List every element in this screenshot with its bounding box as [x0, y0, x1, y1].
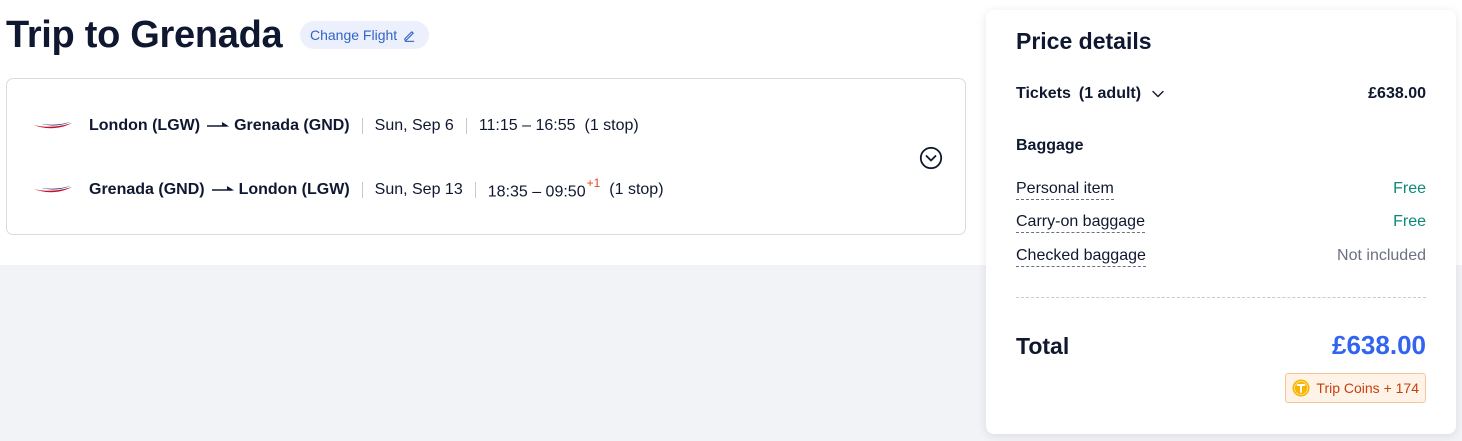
total-label: Total — [1016, 333, 1070, 359]
baggage-row: Carry-on baggage Free — [1016, 211, 1426, 233]
arrow-right-icon — [211, 186, 234, 191]
outbound-origin: London (LGW) — [89, 117, 201, 134]
arrow-right-icon — [207, 122, 230, 127]
divider — [474, 182, 476, 198]
chevron-down-circle-icon[interactable] — [919, 146, 943, 170]
baggage-carry-on-value: Free — [1393, 213, 1426, 230]
return-times: 18:35 – 09:50+1 — [487, 175, 601, 201]
baggage-personal-item-value: Free — [1393, 180, 1426, 197]
flight-summary-card: London (LGW) Grenada (GND) Sun, Sep 6 11… — [6, 78, 966, 235]
change-flight-label: Change Flight — [310, 27, 398, 43]
trip-coin-icon — [1292, 379, 1310, 397]
outbound-leg: London (LGW) Grenada (GND) Sun, Sep 6 11… — [33, 114, 639, 138]
tickets-row: Tickets (1 adult) £638.00 — [1016, 84, 1426, 104]
outbound-route: London (LGW) Grenada (GND) — [89, 117, 350, 135]
return-leg: Grenada (GND) London (LGW) Sun, Sep 13 1… — [33, 175, 664, 202]
divider — [361, 182, 363, 198]
divider — [361, 118, 363, 134]
outbound-date: Sun, Sep 6 — [374, 117, 454, 134]
price-details-title: Price details — [1016, 28, 1152, 54]
trip-coins-badge: Trip Coins + 174 — [1285, 373, 1426, 403]
outbound-times: 11:15 – 16:55 — [479, 117, 576, 135]
price-details-panel: Price details Tickets (1 adult) £638.00 … — [986, 10, 1456, 434]
outbound-destination: Grenada (GND) — [234, 117, 350, 134]
page-title: Trip to Grenada — [6, 14, 283, 56]
divider — [465, 118, 467, 134]
return-date: Sun, Sep 13 — [374, 181, 463, 198]
return-destination: London (LGW) — [238, 181, 350, 198]
change-flight-button[interactable]: Change Flight — [300, 21, 430, 49]
tickets-price: £638.00 — [1368, 85, 1426, 102]
baggage-checked-value: Not included — [1337, 247, 1426, 264]
chevron-down-icon — [1152, 90, 1164, 98]
baggage-checked-label[interactable]: Checked baggage — [1016, 246, 1146, 267]
total-price: £638.00 — [1332, 330, 1426, 360]
outbound-stops: (1 stop) — [584, 117, 639, 134]
baggage-row: Checked baggage Not included — [1016, 245, 1426, 267]
airline-logo-icon — [34, 185, 72, 193]
baggage-carry-on-label[interactable]: Carry-on baggage — [1016, 212, 1145, 233]
next-day-indicator: +1 — [586, 175, 601, 190]
return-origin: Grenada (GND) — [89, 181, 205, 198]
baggage-row: Personal item Free — [1016, 178, 1426, 200]
baggage-heading: Baggage — [1016, 137, 1084, 154]
tickets-label: Tickets — [1016, 85, 1071, 102]
return-time-range: 18:35 – 09:50 — [487, 183, 586, 201]
trip-coins-label: Trip Coins + 174 — [1316, 380, 1419, 396]
tickets-count: (1 adult) — [1078, 85, 1142, 102]
price-divider — [1016, 297, 1426, 298]
tickets-toggle[interactable]: Tickets (1 adult) — [1016, 85, 1165, 103]
return-route: Grenada (GND) London (LGW) — [89, 181, 350, 199]
outbound-time-range: 11:15 – 16:55 — [478, 117, 576, 134]
baggage-personal-item-label[interactable]: Personal item — [1016, 179, 1114, 200]
edit-pencil-icon — [404, 30, 415, 42]
return-stops: (1 stop) — [609, 181, 664, 198]
airline-logo-icon — [34, 121, 72, 129]
